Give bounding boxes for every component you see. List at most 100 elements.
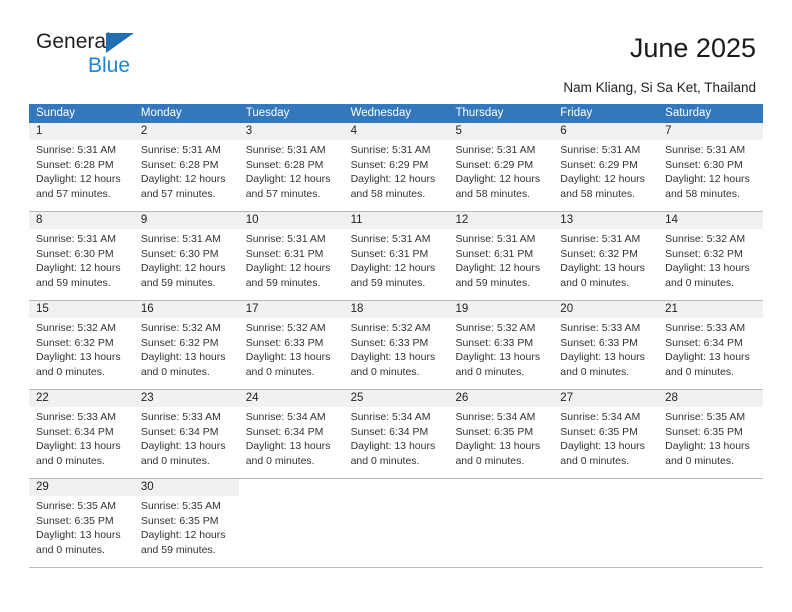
day-details: Sunrise: 5:31 AM Sunset: 6:31 PM Daylight:… [344,229,449,290]
daylight-text-line1: Daylight: 12 hours [455,262,541,275]
day-details: Sunrise: 5:31 AM Sunset: 6:32 PM Daylight:… [553,229,658,290]
sunset-text: Sunset: 6:35 PM [560,425,638,438]
daylight-text-line2: and 0 minutes. [665,276,735,289]
day-details: Sunrise: 5:31 AM Sunset: 6:31 PM Daylight:… [239,229,344,290]
calendar-day-cell[interactable]: 9 Sunrise: 5:31 AM Sunset: 6:30 PM Daylight… [133,212,239,300]
sunrise-text: Sunrise: 5:35 AM [140,500,221,512]
calendar-day-cell[interactable]: 10 Sunrise: 5:31 AM Sunset: 6:31 PM Dayligh… [238,212,344,300]
calendar-day-cell[interactable]: 5 Sunrise: 5:31 AM Sunset: 6:29 PM Daylight… [448,123,554,211]
sunrise-text: Sunrise: 5:31 AM [245,144,326,156]
day-number: 5 [455,125,462,137]
calendar-day-cell[interactable]: 16 Sunrise: 5:32 AM Sunset: 6:32 PM Dayligh… [133,301,239,389]
day-number-band [553,479,658,496]
daylight-text-line1: Daylight: 12 hours [245,173,331,186]
calendar-day-cell[interactable]: 3 Sunrise: 5:31 AM Sunset: 6:28 PM Daylight… [238,123,344,211]
logo-triangle-icon [106,33,134,53]
sunset-text: Sunset: 6:30 PM [140,247,219,260]
sunrise-text: Sunrise: 5:31 AM [36,144,116,156]
daylight-text-line1: Daylight: 13 hours [140,351,226,364]
calendar-day-cell[interactable]: 11 Sunrise: 5:31 AM Sunset: 6:31 PM Dayligh… [343,212,449,300]
calendar-day-cell[interactable]: 14 Sunrise: 5:32 AM Sunset: 6:32 PM Dayligh… [658,212,764,300]
daylight-text-line1: Daylight: 13 hours [245,440,331,453]
day-details: Sunrise: 5:31 AM Sunset: 6:30 PM Daylight:… [658,140,763,201]
day-number-band: 10 [238,212,344,229]
daylight-text-line1: Daylight: 12 hours [36,173,121,186]
day-number-band: 12 [448,212,554,229]
day-details: Sunrise: 5:34 AM Sunset: 6:35 PM Daylight:… [553,407,658,468]
sunset-text: Sunset: 6:34 PM [350,425,429,438]
sunrise-text: Sunrise: 5:31 AM [455,233,536,245]
calendar-day-cell[interactable]: 15 Sunrise: 5:32 AM Sunset: 6:32 PM Dayligh… [29,301,134,389]
daylight-text-line2: and 0 minutes. [36,365,105,378]
day-number-band: 13 [553,212,659,229]
day-number-band: 4 [343,123,449,140]
sunset-text: Sunset: 6:35 PM [36,514,114,527]
day-details: Sunrise: 5:33 AM Sunset: 6:34 PM Daylight:… [658,318,763,379]
sunrise-text: Sunrise: 5:33 AM [140,411,221,423]
calendar-day-cell[interactable]: 22 Sunrise: 5:33 AM Sunset: 6:34 PM Dayligh… [29,390,134,478]
calendar-day-cell[interactable]: 2 Sunrise: 5:31 AM Sunset: 6:28 PM Daylight… [133,123,239,211]
daylight-text-line2: and 59 minutes. [140,543,216,556]
day-details: Sunrise: 5:31 AM Sunset: 6:29 PM Daylight:… [448,140,553,201]
calendar-day-cell[interactable]: 30 Sunrise: 5:35 AM Sunset: 6:35 PM Dayligh… [133,479,239,567]
calendar-day-cell[interactable]: 29 Sunrise: 5:35 AM Sunset: 6:35 PM Dayligh… [29,479,134,567]
calendar-day-cell[interactable]: 26 Sunrise: 5:34 AM Sunset: 6:35 PM Dayligh… [448,390,554,478]
day-number-band: 26 [448,390,554,407]
calendar-day-cell[interactable]: 20 Sunrise: 5:33 AM Sunset: 6:33 PM Dayligh… [553,301,659,389]
day-number: 21 [665,303,678,315]
calendar-day-cell[interactable]: 18 Sunrise: 5:32 AM Sunset: 6:33 PM Dayligh… [343,301,449,389]
calendar-week-row: 8 Sunrise: 5:31 AM Sunset: 6:30 PM Daylight… [29,212,764,301]
daylight-text-line1: Daylight: 13 hours [665,440,750,453]
daylight-text-line2: and 0 minutes. [245,454,315,467]
sunset-text: Sunset: 6:30 PM [36,247,114,260]
daylight-text-line1: Daylight: 13 hours [665,262,750,275]
calendar-day-cell[interactable]: 24 Sunrise: 5:34 AM Sunset: 6:34 PM Dayligh… [238,390,344,478]
weekday-header-tuesday: Tuesday [245,107,290,119]
day-number: 9 [140,214,148,226]
day-details: Sunrise: 5:31 AM Sunset: 6:31 PM Daylight:… [448,229,553,290]
calendar-grid: Sunday Monday Tuesday Wednesday Thursday Frid… [29,104,764,568]
day-number-band: 15 [29,301,134,318]
calendar-day-cell[interactable]: 7 Sunrise: 5:31 AM Sunset: 6:30 PM Daylight… [658,123,764,211]
calendar-week-row: 15 Sunrise: 5:32 AM Sunset: 6:32 PM Dayligh… [29,301,764,390]
day-number: 27 [560,392,574,404]
sunrise-text: Sunrise: 5:32 AM [350,322,431,334]
day-details: Sunrise: 5:35 AM Sunset: 6:35 PM Daylight:… [658,407,763,468]
day-number-band: 9 [133,212,239,229]
calendar-day-cell[interactable]: 28 Sunrise: 5:35 AM Sunset: 6:35 PM Dayligh… [658,390,764,478]
day-number-band: 11 [343,212,449,229]
calendar-day-cell[interactable]: 6 Sunrise: 5:31 AM Sunset: 6:29 PM Daylight… [553,123,659,211]
sunrise-text: Sunrise: 5:33 AM [560,322,641,334]
calendar-day-cell[interactable]: 25 Sunrise: 5:34 AM Sunset: 6:34 PM Dayligh… [343,390,449,478]
sunset-text: Sunset: 6:28 PM [36,158,114,171]
daylight-text-line1: Daylight: 13 hours [36,529,121,542]
calendar-day-cell[interactable]: 8 Sunrise: 5:31 AM Sunset: 6:30 PM Daylight… [29,212,134,300]
daylight-text-line2: and 59 minutes. [245,276,321,289]
daylight-text-line1: Daylight: 12 hours [140,262,226,275]
calendar-day-cell[interactable]: 27 Sunrise: 5:34 AM Sunset: 6:35 PM Dayligh… [553,390,659,478]
sunset-text: Sunset: 6:29 PM [455,158,534,171]
calendar-day-cell[interactable]: 13 Sunrise: 5:31 AM Sunset: 6:32 PM Dayligh… [553,212,659,300]
day-number: 22 [36,392,49,404]
day-number: 7 [665,125,672,137]
daylight-text-line2: and 58 minutes. [560,187,636,200]
calendar-day-cell[interactable]: 4 Sunrise: 5:31 AM Sunset: 6:29 PM Daylight… [343,123,449,211]
sunrise-text: Sunrise: 5:35 AM [665,411,746,423]
daylight-text-line2: and 0 minutes. [245,365,315,378]
daylight-text-line1: Daylight: 13 hours [245,351,331,364]
calendar-day-cell[interactable]: 23 Sunrise: 5:33 AM Sunset: 6:34 PM Dayligh… [133,390,239,478]
daylight-text-line1: Daylight: 12 hours [140,529,226,542]
calendar-day-cell[interactable]: 12 Sunrise: 5:31 AM Sunset: 6:31 PM Dayligh… [448,212,554,300]
day-number: 1 [36,125,43,137]
sunrise-text: Sunrise: 5:33 AM [665,322,746,334]
calendar-day-cell[interactable]: 21 Sunrise: 5:33 AM Sunset: 6:34 PM Dayligh… [658,301,764,389]
calendar-day-cell[interactable]: 17 Sunrise: 5:32 AM Sunset: 6:33 PM Dayligh… [238,301,344,389]
day-details: Sunrise: 5:31 AM Sunset: 6:29 PM Daylight:… [553,140,658,201]
daylight-text-line2: and 58 minutes. [665,187,740,200]
daylight-text-line2: and 0 minutes. [560,276,630,289]
day-number-band: 30 [133,479,239,496]
calendar-day-cell[interactable]: 19 Sunrise: 5:32 AM Sunset: 6:33 PM Dayligh… [448,301,554,389]
day-details: Sunrise: 5:32 AM Sunset: 6:32 PM Daylight:… [134,318,239,379]
calendar-day-cell[interactable]: 1 Sunrise: 5:31 AM Sunset: 6:28 PM Daylight… [29,123,134,211]
calendar-day-cell-empty [343,479,449,567]
